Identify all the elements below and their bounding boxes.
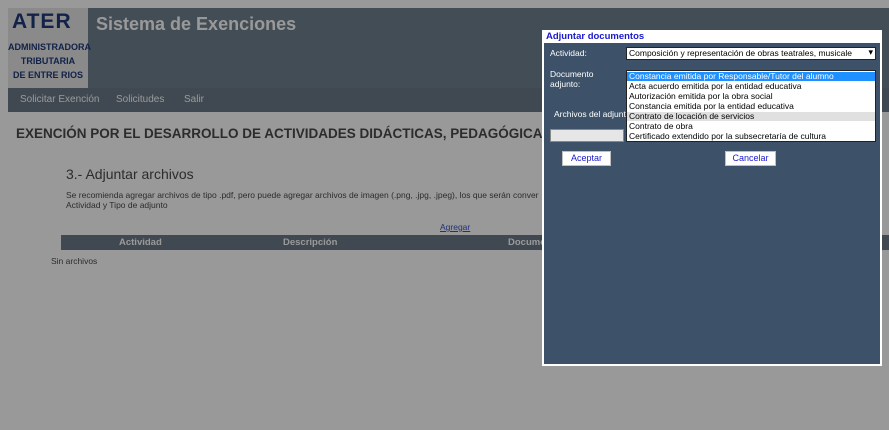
- actividad-select[interactable]: Composición y representación de obras te…: [626, 47, 876, 60]
- documento-label: Documento adjunto:: [550, 69, 593, 89]
- cancel-button[interactable]: Cancelar: [725, 151, 776, 166]
- documento-option[interactable]: Autorización emitida por la obra social: [627, 92, 875, 101]
- documento-option[interactable]: Constancia emitida por Responsable/Tutor…: [627, 72, 875, 81]
- documento-dropdown-list[interactable]: Constancia emitida por Responsable/Tutor…: [626, 70, 876, 142]
- documento-label-line-2: adjunto:: [550, 79, 581, 89]
- file-input[interactable]: [550, 129, 624, 142]
- attach-documents-dialog: Adjuntar documentos Actividad: Composici…: [542, 30, 882, 366]
- documento-label-line-1: Documento: [550, 69, 594, 79]
- dialog-title-bar: Adjuntar documentos: [544, 31, 880, 43]
- documento-option[interactable]: Contrato de locación de servicios: [627, 112, 875, 121]
- documento-option[interactable]: Certificado extendido por la subsecretar…: [627, 132, 875, 141]
- archivos-label: Archivos del adjunt: [554, 109, 626, 119]
- accept-button[interactable]: Aceptar: [562, 151, 611, 166]
- documento-option[interactable]: Contrato de obra: [627, 122, 875, 131]
- chevron-down-icon: ▾: [868, 47, 873, 57]
- actividad-label: Actividad:: [550, 48, 587, 58]
- documento-option[interactable]: Acta acuerdo emitida por la entidad educ…: [627, 82, 875, 91]
- documento-option[interactable]: Constancia emitida por la entidad educat…: [627, 102, 875, 111]
- dialog-title: Adjuntar documentos: [546, 31, 645, 42]
- actividad-selected-value: Composición y representación de obras te…: [629, 48, 853, 58]
